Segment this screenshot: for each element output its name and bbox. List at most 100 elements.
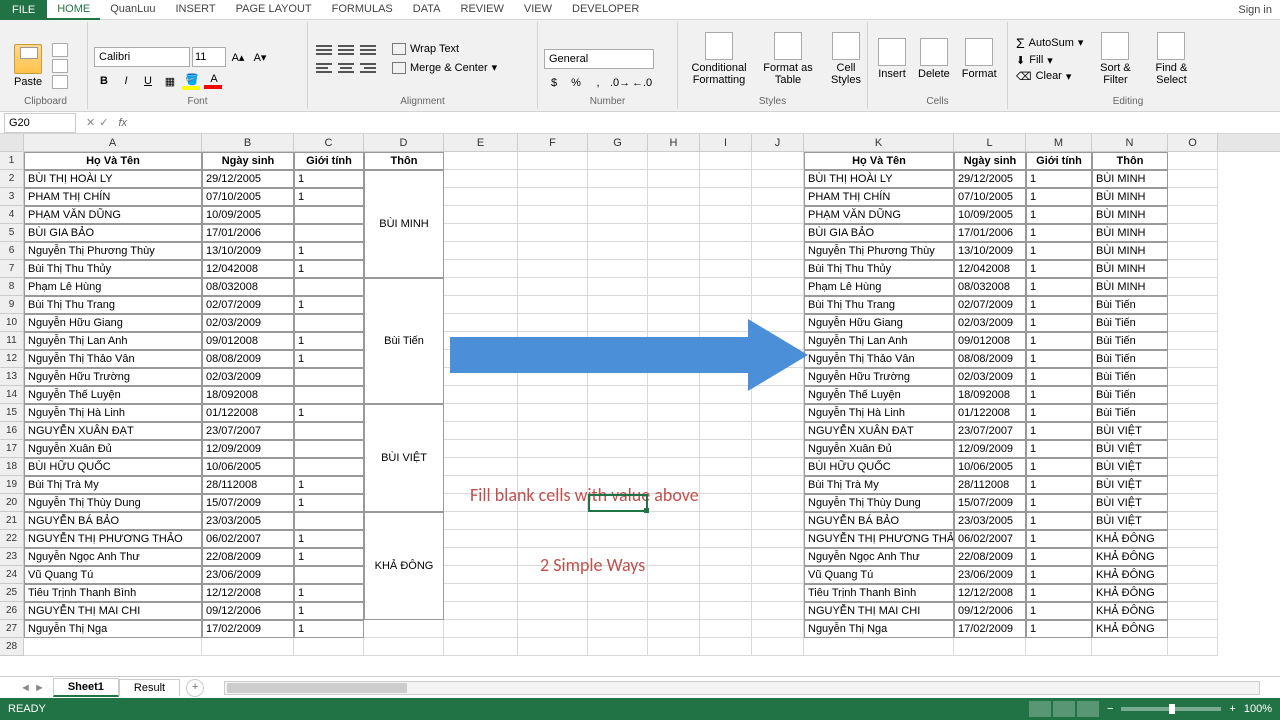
cell[interactable]: Bùi Tiến — [1092, 350, 1168, 368]
cell[interactable]: 09/012008 — [954, 332, 1026, 350]
cell[interactable]: 1 — [1026, 386, 1092, 404]
cell[interactable] — [648, 278, 700, 296]
cell[interactable]: 1 — [1026, 314, 1092, 332]
cell[interactable]: BÙI MINH — [1092, 260, 1168, 278]
cell[interactable]: PHAM THỊ CHÍN — [24, 188, 202, 206]
cell[interactable] — [294, 422, 364, 440]
cell[interactable] — [1168, 458, 1218, 476]
cell[interactable] — [588, 224, 648, 242]
cell[interactable] — [588, 170, 648, 188]
cell[interactable]: 1 — [1026, 332, 1092, 350]
cell[interactable]: 22/08/2009 — [202, 548, 294, 566]
cell-styles-button[interactable]: Cell Styles — [822, 30, 870, 88]
cell[interactable]: 1 — [294, 296, 364, 314]
cell[interactable] — [588, 422, 648, 440]
autosum-button[interactable]: ΣAutoSum ▾ — [1014, 34, 1085, 52]
cell[interactable] — [752, 224, 804, 242]
cell[interactable] — [588, 260, 648, 278]
name-box[interactable] — [4, 113, 76, 133]
cell[interactable] — [648, 512, 700, 530]
cell[interactable] — [1168, 494, 1218, 512]
cell[interactable] — [444, 260, 518, 278]
sign-in-link[interactable]: Sign in — [1238, 4, 1272, 16]
cell[interactable]: 1 — [294, 584, 364, 602]
cell[interactable]: Nguyễn Thị Thảo Vân — [24, 350, 202, 368]
tab-formulas[interactable]: FORMULAS — [322, 0, 403, 20]
cell[interactable]: Họ Và Tên — [804, 152, 954, 170]
cell[interactable]: Bùi Tiến — [1092, 296, 1168, 314]
cell[interactable]: 10/09/2005 — [202, 206, 294, 224]
cell[interactable] — [700, 458, 752, 476]
cell[interactable] — [294, 566, 364, 584]
row-header-6[interactable]: 6 — [0, 242, 24, 260]
cell[interactable] — [588, 602, 648, 620]
cell[interactable]: 18/092008 — [954, 386, 1026, 404]
enter-formula-icon[interactable]: ✓ — [99, 116, 108, 129]
cell[interactable] — [1168, 260, 1218, 278]
row-header-4[interactable]: 4 — [0, 206, 24, 224]
percent-icon[interactable]: % — [566, 73, 586, 93]
cell[interactable] — [1168, 206, 1218, 224]
cell[interactable] — [1026, 638, 1092, 656]
increase-decimal-icon[interactable]: .0→ — [610, 73, 630, 93]
cell[interactable] — [1168, 422, 1218, 440]
cell[interactable] — [518, 170, 588, 188]
cut-icon[interactable] — [52, 43, 68, 57]
cell[interactable] — [518, 458, 588, 476]
row-header-19[interactable]: 19 — [0, 476, 24, 494]
cell[interactable]: Nguyễn Thị Hà Linh — [804, 404, 954, 422]
cell[interactable]: KHẢ ĐÔNG — [1092, 620, 1168, 638]
row-header-20[interactable]: 20 — [0, 494, 24, 512]
cell[interactable]: BÙI MINH — [1092, 242, 1168, 260]
cell[interactable] — [444, 404, 518, 422]
cell[interactable]: BÙI VIỆT — [1092, 494, 1168, 512]
cell[interactable]: Bùi Tiến — [1092, 386, 1168, 404]
cell[interactable]: 28/112008 — [202, 476, 294, 494]
cell[interactable]: 22/08/2009 — [954, 548, 1026, 566]
cell[interactable] — [518, 224, 588, 242]
zoom-slider[interactable] — [1121, 707, 1221, 711]
cell[interactable] — [700, 260, 752, 278]
row-header-25[interactable]: 25 — [0, 584, 24, 602]
cell[interactable] — [588, 188, 648, 206]
align-middle-icon[interactable] — [336, 42, 356, 58]
cell[interactable] — [752, 440, 804, 458]
cell[interactable]: Nguyễn Thị Thùy Dung — [804, 494, 954, 512]
cell[interactable] — [1168, 314, 1218, 332]
cell[interactable]: BÙI GIA BẢO — [24, 224, 202, 242]
cell[interactable]: Nguyễn Xuân Đủ — [804, 440, 954, 458]
cell[interactable]: BÙI VIỆT — [1092, 440, 1168, 458]
column-headers[interactable]: ABCDEFGHIJKLMNO — [0, 134, 1280, 152]
cell[interactable]: Bùi Tiến — [1092, 404, 1168, 422]
cell[interactable]: Nguyễn Hữu Trường — [804, 368, 954, 386]
cell[interactable] — [648, 602, 700, 620]
cell[interactable]: Phạm Lê Hùng — [24, 278, 202, 296]
cell[interactable] — [202, 638, 294, 656]
cell[interactable] — [588, 278, 648, 296]
merged-cell[interactable]: KHẢ ĐÔNG — [364, 512, 444, 620]
comma-icon[interactable]: , — [588, 73, 608, 93]
cell[interactable] — [648, 188, 700, 206]
cell[interactable] — [444, 206, 518, 224]
row-header-2[interactable]: 2 — [0, 170, 24, 188]
fill-button[interactable]: ⬇Fill ▾ — [1014, 53, 1085, 68]
cell[interactable]: Tiêu Trịnh Thanh Bình — [24, 584, 202, 602]
cell[interactable]: 23/03/2005 — [954, 512, 1026, 530]
cell[interactable] — [752, 566, 804, 584]
clear-button[interactable]: ⌫Clear ▾ — [1014, 69, 1085, 84]
col-header-G[interactable]: G — [588, 134, 648, 151]
cell[interactable]: NGUYỄN THỊ PHƯƠNG THẢO — [804, 530, 954, 548]
select-all-corner[interactable] — [0, 134, 24, 151]
align-center-icon[interactable] — [336, 60, 356, 76]
fx-icon[interactable]: fx — [114, 117, 131, 129]
col-header-I[interactable]: I — [700, 134, 752, 151]
cell[interactable]: 1 — [294, 332, 364, 350]
cell[interactable]: Thôn — [364, 152, 444, 170]
cell[interactable] — [648, 242, 700, 260]
cell[interactable] — [1168, 350, 1218, 368]
cell[interactable]: Nguyễn Thị Nga — [24, 620, 202, 638]
cell[interactable]: Giới tính — [294, 152, 364, 170]
cell[interactable] — [1168, 188, 1218, 206]
cell[interactable] — [752, 152, 804, 170]
row-header-23[interactable]: 23 — [0, 548, 24, 566]
